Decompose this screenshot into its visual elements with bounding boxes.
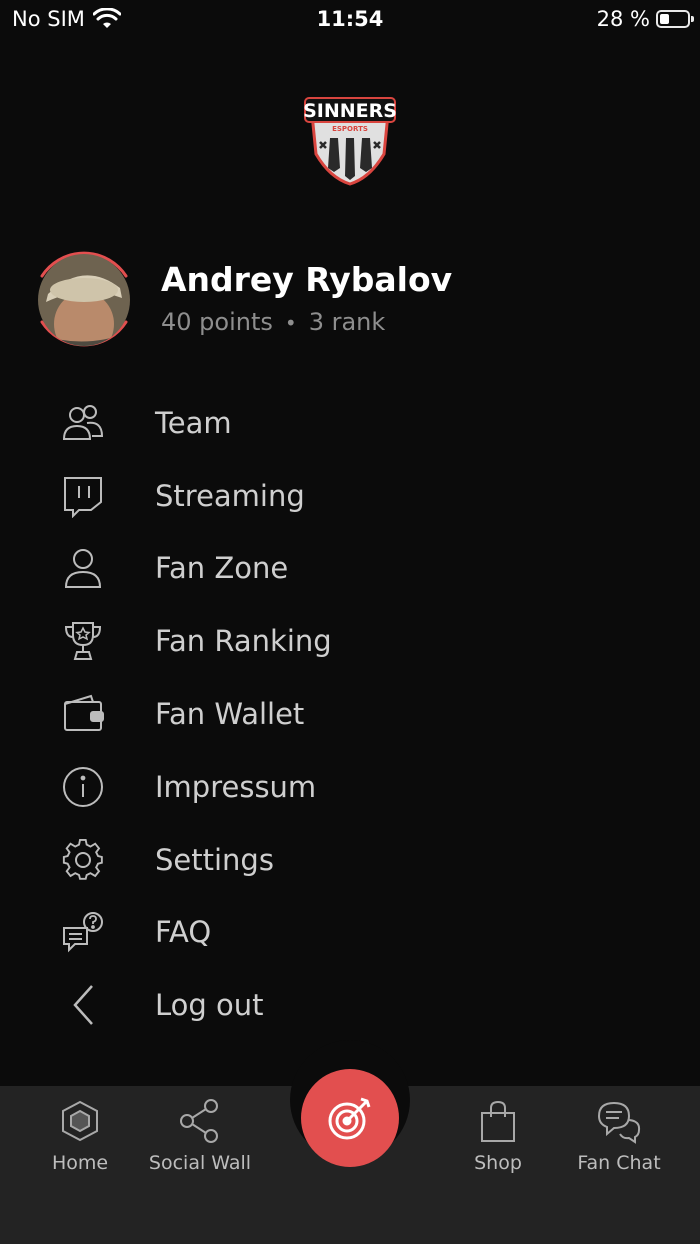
- menu-label-team: Team: [155, 406, 232, 440]
- tab-label-home: Home: [51, 1152, 109, 1174]
- menu-item-impressum[interactable]: Impressum: [55, 752, 655, 822]
- tab-label-social-wall: Social Wall: [148, 1152, 252, 1174]
- center-target-button[interactable]: [301, 1069, 399, 1167]
- menu-label-streaming: Streaming: [155, 479, 305, 513]
- stats-separator: •: [284, 311, 297, 335]
- menu-label-impressum: Impressum: [155, 770, 317, 804]
- gear-icon: [55, 832, 111, 888]
- tab-social-wall[interactable]: Social Wall: [135, 1096, 265, 1174]
- avatar[interactable]: [38, 254, 130, 346]
- menu-item-settings[interactable]: Settings: [55, 825, 655, 895]
- battery-icon: [656, 10, 694, 28]
- menu-item-streaming[interactable]: Streaming: [55, 461, 655, 531]
- menu-label-log-out: Log out: [155, 988, 264, 1022]
- menu-label-fan-zone: Fan Zone: [155, 551, 289, 585]
- info-icon: [55, 759, 111, 815]
- tab-label-shop: Shop: [474, 1152, 522, 1174]
- target-arrow-icon: [328, 1097, 371, 1140]
- tab-fan-chat[interactable]: Fan Chat: [554, 1096, 684, 1174]
- menu-label-fan-wallet: Fan Wallet: [155, 697, 305, 731]
- menu-item-fan-zone[interactable]: Fan Zone: [55, 533, 655, 603]
- user-points: 40 points: [161, 308, 273, 336]
- menu-label-faq: FAQ: [155, 915, 212, 949]
- logo-text: SINNERS: [303, 100, 397, 122]
- menu-label-settings: Settings: [155, 843, 274, 877]
- chat-bubbles-icon: [554, 1096, 684, 1146]
- user-rank: 3 rank: [308, 308, 386, 336]
- menu-item-team[interactable]: Team: [55, 388, 655, 458]
- user-stats: 40 points • 3 rank: [161, 308, 385, 336]
- tab-home[interactable]: Home: [15, 1096, 145, 1174]
- chevron-left-icon: [55, 977, 111, 1033]
- tab-label-fan-chat: Fan Chat: [577, 1152, 661, 1174]
- status-time: 11:54: [316, 7, 384, 31]
- home-cube-icon: [15, 1096, 145, 1146]
- battery-percent: 28 %: [596, 7, 650, 31]
- battery-group: 28 %: [596, 7, 694, 31]
- menu-label-fan-ranking: Fan Ranking: [155, 624, 332, 658]
- shopping-bag-icon: [433, 1096, 563, 1146]
- sinners-logo: SINNERS ESPORTS: [300, 92, 400, 187]
- trophy-icon: [55, 613, 111, 669]
- share-icon: [135, 1096, 265, 1146]
- faq-icon: [55, 904, 111, 960]
- user-name: Andrey Rybalov: [161, 260, 453, 299]
- user-icon: [55, 540, 111, 596]
- team-icon: [55, 395, 111, 451]
- menu-item-log-out[interactable]: Log out: [55, 970, 655, 1040]
- twitch-icon: [55, 468, 111, 524]
- menu-item-fan-ranking[interactable]: Fan Ranking: [55, 606, 655, 676]
- profile-header[interactable]: Andrey Rybalov 40 points • 3 rank: [34, 236, 674, 360]
- menu-item-faq[interactable]: FAQ: [55, 897, 655, 967]
- tab-shop[interactable]: Shop: [433, 1096, 563, 1174]
- menu-item-fan-wallet[interactable]: Fan Wallet: [55, 679, 655, 749]
- status-bar: No SIM 11:54 28 %: [0, 0, 700, 40]
- wallet-icon: [55, 686, 111, 742]
- logo-subtext: ESPORTS: [332, 125, 368, 133]
